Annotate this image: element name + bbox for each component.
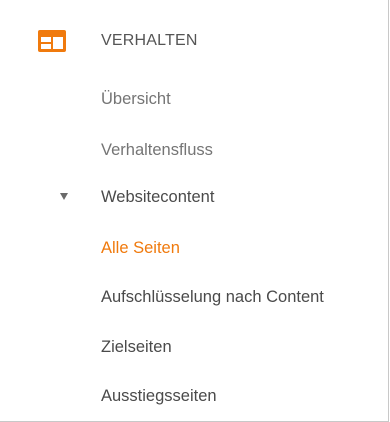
nav-item-verhaltensfluss[interactable]: Verhaltensfluss xyxy=(101,141,213,160)
nav-item-uebersicht[interactable]: Übersicht xyxy=(101,90,171,109)
nav-item-alle-seiten[interactable]: Alle Seiten xyxy=(101,239,180,258)
behavior-window-icon xyxy=(38,30,66,52)
section-title: VERHALTEN xyxy=(101,32,198,49)
nav-item-websitecontent[interactable]: Websitecontent xyxy=(101,188,214,207)
nav-item-zielseiten[interactable]: Zielseiten xyxy=(101,338,172,357)
nav-item-aufschluesselung-nach-content[interactable]: Aufschlüsselung nach Content xyxy=(101,288,324,307)
behavior-nav-panel: VERHALTEN Übersicht Verhaltensfluss Webs… xyxy=(0,0,389,422)
expand-caret-icon[interactable] xyxy=(60,193,68,200)
section-header-behavior[interactable]: VERHALTEN xyxy=(0,20,388,64)
nav-item-ausstiegsseiten[interactable]: Ausstiegsseiten xyxy=(101,387,217,406)
